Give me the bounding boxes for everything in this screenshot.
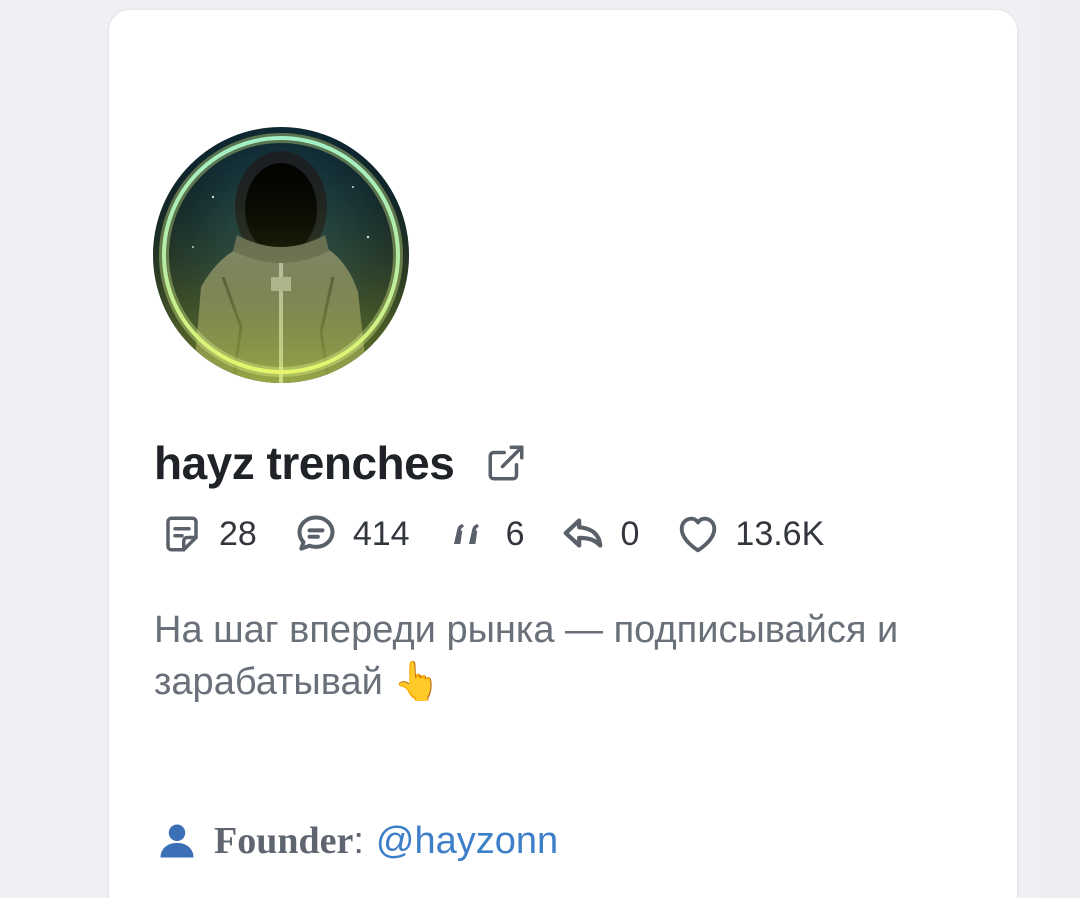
stat-comments-value: 414 [352,515,410,553]
founder-line: Founder : @hayzonn [154,814,558,868]
chat-bubble-icon [293,511,339,557]
founder-label: Founder [214,820,354,862]
stat-posts-value: 28 [219,515,257,553]
founder-separator: : [353,819,364,862]
external-link-icon[interactable] [484,441,528,485]
stat-likes-value: 13.6K [735,515,825,553]
bio-line-1: На шаг впереди рынка — подписывайся и [154,609,899,651]
page: hayz trenches 28 414 6 0 13.6K На шаг вп… [0,0,1080,898]
stat-quotes[interactable]: 6 [446,511,525,557]
heart-icon [675,511,721,557]
stat-comments[interactable]: 414 [293,511,410,557]
channel-description: На шаг впереди рынка — подписывайся и за… [154,604,984,708]
bio-line-2: зарабатывай 👆 [154,656,984,708]
scroll-gutter [1040,0,1080,898]
note-icon [159,511,205,557]
avatar-image [153,127,409,383]
stat-reposts[interactable]: 0 [560,511,639,557]
bio-line-2-text: зарабатывай [154,661,383,703]
stat-likes[interactable]: 13.6K [675,511,824,557]
reply-arrow-icon [560,511,606,557]
stat-reposts-value: 0 [620,515,640,553]
quote-icon [446,511,492,557]
stat-quotes-value: 6 [505,515,525,553]
channel-title-row: hayz trenches [154,435,528,491]
person-icon [154,818,200,864]
channel-avatar[interactable] [153,127,409,383]
channel-name: hayz trenches [154,437,455,489]
channel-card: hayz trenches 28 414 6 0 13.6K На шаг вп… [108,9,1018,898]
pointing-up-emoji: 👆 [393,661,441,703]
stat-posts[interactable]: 28 [159,511,257,557]
founder-handle-link[interactable]: @hayzonn [376,820,558,863]
channel-stats: 28 414 6 0 13.6K [159,506,860,562]
